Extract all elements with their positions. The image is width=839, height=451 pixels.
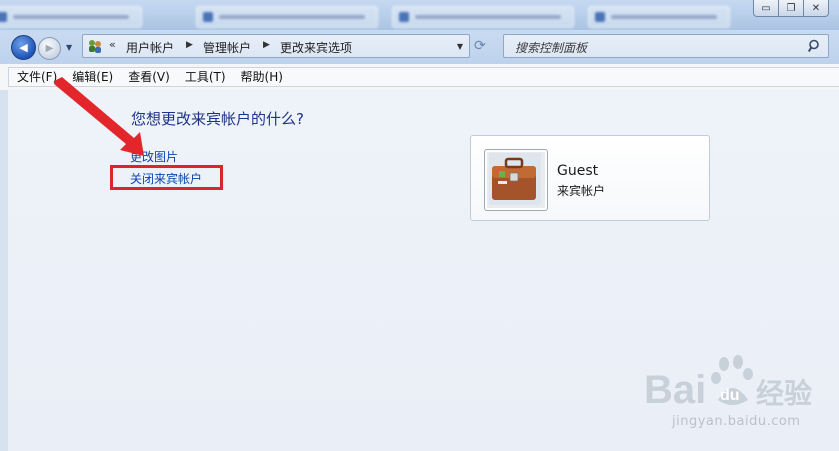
navigation-bar: ◀ ▶ ▼ « 用户帐户 ▶ 管理帐户 ▶ 更改来宾选项 ▼ ⟳ 搜索控制面板 xyxy=(0,30,839,64)
search-icon[interactable] xyxy=(808,39,822,53)
back-arrow-icon: ◀ xyxy=(19,41,28,54)
restore-button[interactable]: ❐ xyxy=(778,0,804,17)
breadcrumb-separator-icon[interactable]: ▶ xyxy=(186,40,193,50)
watermark-logo-text: Bai xyxy=(644,368,706,412)
user-accounts-icon xyxy=(89,40,101,53)
watermark-logo-suffix: 经验 xyxy=(756,377,812,410)
address-dropdown-icon[interactable]: ▼ xyxy=(457,42,463,51)
account-type: 来宾帐户 xyxy=(557,184,606,198)
back-button[interactable]: ◀ xyxy=(11,35,36,60)
breadcrumb-manage-accounts[interactable]: 管理帐户 xyxy=(203,39,251,56)
restore-icon: ❐ xyxy=(786,2,796,14)
search-placeholder: 搜索控制面板 xyxy=(515,41,588,55)
recent-pages-dropdown[interactable]: ▼ xyxy=(66,43,72,52)
briefcase-icon xyxy=(489,153,541,205)
blurred-tab[interactable] xyxy=(0,6,142,28)
breadcrumb-separator-icon[interactable]: ▶ xyxy=(263,40,270,50)
blurred-tab[interactable] xyxy=(196,6,378,28)
watermark-url: jingyan.baidu.com xyxy=(672,414,801,429)
annotation-arrow-icon xyxy=(54,77,144,156)
breadcrumb-user-accounts[interactable]: 用户帐户 xyxy=(126,39,174,56)
blurred-tab[interactable] xyxy=(392,6,574,28)
breadcrumb-change-guest-options[interactable]: 更改来宾选项 xyxy=(280,39,352,56)
address-overflow-chevron[interactable]: « xyxy=(109,38,116,51)
monitor-icon: ▭ xyxy=(761,2,771,14)
refresh-icon[interactable]: ⟳ xyxy=(474,38,486,54)
account-name: Guest xyxy=(557,163,599,179)
account-card: Guest 来宾帐户 xyxy=(470,135,710,221)
blurred-tab[interactable] xyxy=(588,6,730,28)
close-button[interactable]: ✕ xyxy=(803,0,829,17)
close-icon: ✕ xyxy=(811,2,821,14)
forward-button[interactable]: ▶ xyxy=(38,37,61,60)
search-input[interactable]: 搜索控制面板 xyxy=(503,34,829,58)
menu-help[interactable]: 帮助(H) xyxy=(233,68,290,86)
window-controls: ▭ ❐ ✕ xyxy=(753,0,829,18)
monitor-button[interactable]: ▭ xyxy=(753,0,779,17)
baidu-logo-icon: Bai du 经验 xyxy=(644,355,812,412)
watermark-logo-text2: du xyxy=(720,387,740,404)
address-bar[interactable]: « 用户帐户 ▶ 管理帐户 ▶ 更改来宾选项 ▼ xyxy=(82,34,470,58)
guest-avatar xyxy=(484,149,548,211)
menu-tools[interactable]: 工具(T) xyxy=(177,68,233,86)
taskbar-strip: ▭ ❐ ✕ xyxy=(0,0,839,30)
baidu-watermark: Bai du 经验 jingyan.baidu.com xyxy=(642,348,832,438)
forward-arrow-icon: ▶ xyxy=(45,43,54,54)
